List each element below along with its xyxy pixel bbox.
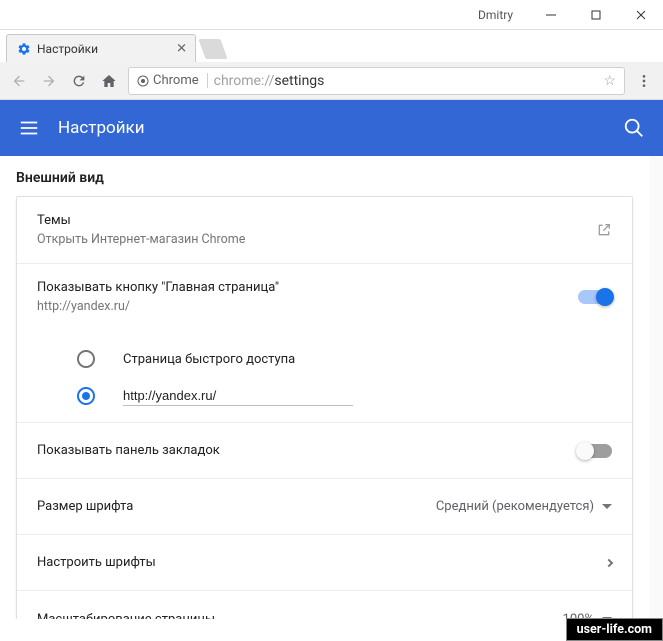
- radio-icon: [77, 350, 95, 368]
- customize-fonts-row[interactable]: Настроить шрифты: [17, 535, 632, 591]
- customize-fonts-label: Настроить шрифты: [37, 555, 594, 570]
- themes-label: Темы: [37, 213, 584, 228]
- chip-label: Chrome: [153, 73, 199, 88]
- home-button[interactable]: [98, 70, 120, 92]
- minimize-icon: [546, 10, 556, 20]
- home-custom-url-input[interactable]: [123, 386, 353, 406]
- forward-button[interactable]: [38, 70, 60, 92]
- home-button-toggle[interactable]: [578, 290, 612, 304]
- close-icon: [636, 10, 646, 20]
- home-option-speed-dial[interactable]: Страница быстрого доступа: [77, 350, 612, 368]
- url-text: chrome://settings: [214, 73, 325, 89]
- chevron-right-icon: [605, 558, 613, 566]
- home-icon: [101, 73, 117, 89]
- home-button-label: Показывать кнопку "Главная страница": [37, 280, 578, 295]
- tab-strip: Настройки ✕: [0, 30, 663, 62]
- radio-selected-icon: [77, 387, 95, 405]
- settings-content: Внешний вид Темы Открыть Интернет-магази…: [0, 156, 663, 619]
- section-appearance-title: Внешний вид: [0, 156, 649, 196]
- font-size-value: Средний (рекомендуется): [436, 499, 594, 514]
- chrome-icon: [137, 75, 149, 87]
- window-titlebar: Dmitry: [0, 0, 663, 30]
- address-bar[interactable]: Chrome chrome://settings ☆: [128, 67, 625, 95]
- settings-header: Настройки: [0, 100, 663, 156]
- arrow-right-icon: [41, 73, 57, 89]
- page-zoom-label: Масштабирование страницы: [37, 612, 551, 620]
- bookmark-star-button[interactable]: ☆: [603, 73, 616, 89]
- search-icon[interactable]: [623, 117, 645, 139]
- reload-button[interactable]: [68, 70, 90, 92]
- home-option-custom-url[interactable]: [77, 386, 612, 406]
- window-user-label: Dmitry: [478, 8, 513, 22]
- reload-icon: [71, 73, 87, 89]
- home-option-speed-dial-label: Страница быстрого доступа: [123, 352, 295, 367]
- maximize-icon: [591, 10, 601, 20]
- footer: user-life.com: [0, 619, 663, 639]
- gear-icon: [17, 42, 31, 56]
- security-chip[interactable]: Chrome: [137, 73, 208, 88]
- font-size-row[interactable]: Размер шрифта Средний (рекомендуется): [17, 479, 632, 535]
- window-maximize-button[interactable]: [573, 0, 618, 30]
- tab-title: Настройки: [37, 42, 98, 56]
- page-zoom-row[interactable]: Масштабирование страницы 100%: [17, 591, 632, 619]
- tab-close-button[interactable]: ✕: [176, 41, 187, 56]
- bookmarks-bar-row: Показывать панель закладок: [17, 423, 632, 479]
- arrow-left-icon: [11, 73, 27, 89]
- dropdown-arrow-icon: [602, 504, 612, 509]
- home-button-row: Показывать кнопку "Главная страница" htt…: [17, 264, 632, 423]
- open-external-icon: [596, 222, 612, 238]
- window-close-button[interactable]: [618, 0, 663, 30]
- hamburger-icon[interactable]: [18, 117, 40, 139]
- new-tab-button[interactable]: [198, 39, 227, 59]
- menu-button[interactable]: [633, 70, 655, 92]
- page-title: Настройки: [58, 118, 145, 138]
- back-button[interactable]: [8, 70, 30, 92]
- bookmarks-bar-toggle[interactable]: [578, 444, 612, 458]
- window-minimize-button[interactable]: [528, 0, 573, 30]
- tab-settings[interactable]: Настройки ✕: [6, 34, 196, 62]
- watermark: user-life.com: [566, 618, 663, 641]
- bookmarks-bar-label: Показывать панель закладок: [37, 443, 566, 458]
- toolbar: Chrome chrome://settings ☆: [0, 62, 663, 100]
- themes-row[interactable]: Темы Открыть Интернет-магазин Chrome: [17, 197, 632, 264]
- themes-sublabel: Открыть Интернет-магазин Chrome: [37, 232, 584, 247]
- home-button-sublabel: http://yandex.ru/: [37, 299, 578, 314]
- font-size-label: Размер шрифта: [37, 499, 424, 514]
- kebab-icon: [636, 73, 652, 89]
- appearance-card: Темы Открыть Интернет-магазин Chrome Пок…: [16, 196, 633, 619]
